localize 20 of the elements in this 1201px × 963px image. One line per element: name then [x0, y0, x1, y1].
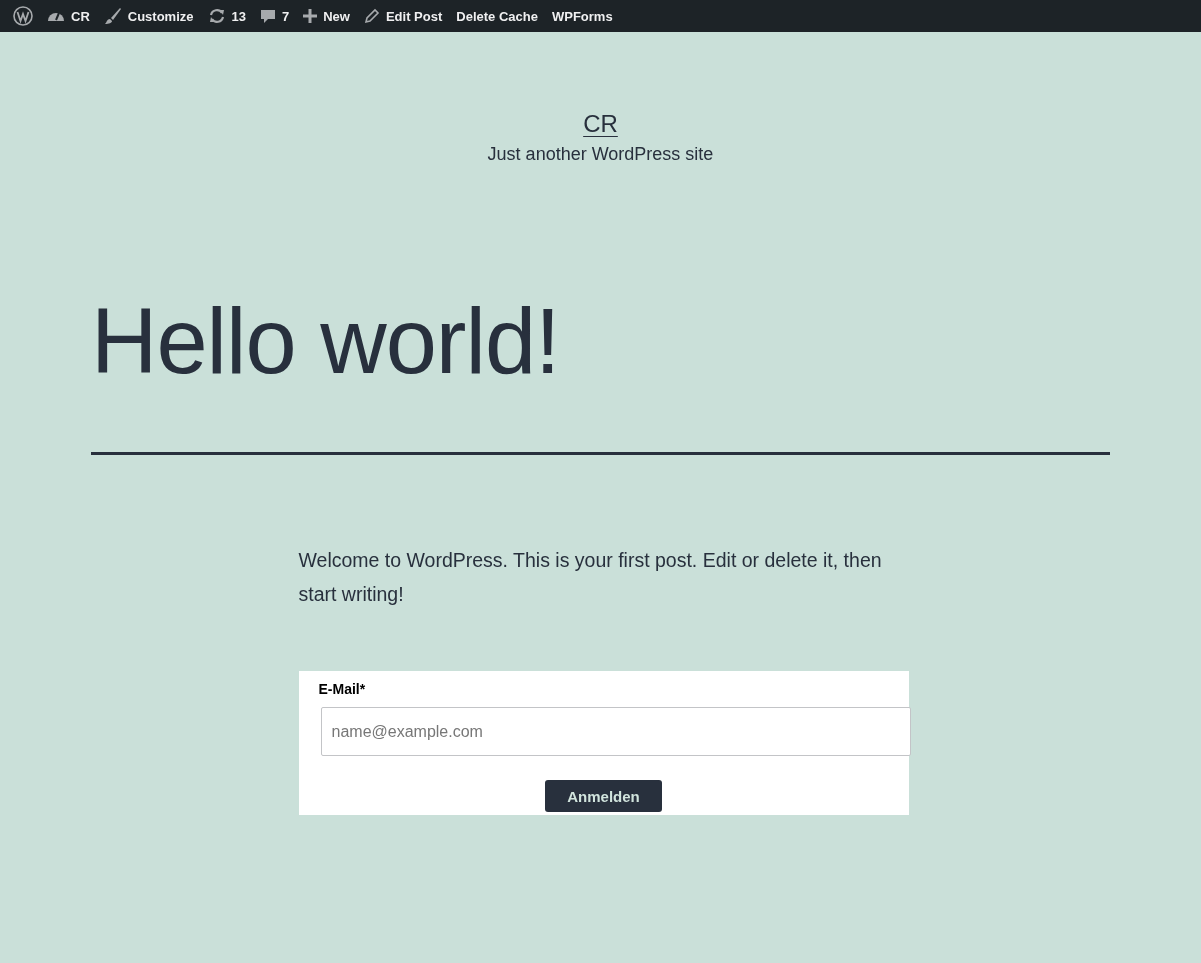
speech-bubble-icon	[260, 8, 276, 24]
pencil-icon	[363, 8, 380, 24]
plus-icon	[303, 9, 318, 23]
brush-icon	[103, 7, 122, 25]
email-input-field[interactable]: name@example.com	[320, 707, 911, 757]
toolbar-item[interactable]: New	[296, 0, 357, 32]
toolbar-link[interactable]: WPForms	[544, 0, 620, 32]
post-title: Hello world!	[91, 291, 561, 393]
refresh-icon	[207, 8, 226, 24]
site-title-link[interactable]: CR	[583, 110, 618, 138]
toolbar-link[interactable]: Delete Cache	[449, 0, 545, 32]
toolbar-item[interactable]: Customize	[96, 0, 201, 32]
toolbar-item[interactable]: 7	[253, 0, 297, 32]
subscribe-button[interactable]: Anmelden	[545, 780, 662, 813]
toolbar-item[interactable]: CR	[40, 0, 97, 32]
post-paragraph: Welcome to WordPress. This is your first post. Edit or delete it, then start writing!	[298, 548, 883, 608]
field-label: E-Mail*	[318, 681, 367, 698]
toolbar-item[interactable]: Edit Post	[356, 0, 450, 32]
toolbar-item[interactable]: 13	[200, 0, 253, 32]
site-tagline: Just another WordPress site	[486, 144, 715, 165]
